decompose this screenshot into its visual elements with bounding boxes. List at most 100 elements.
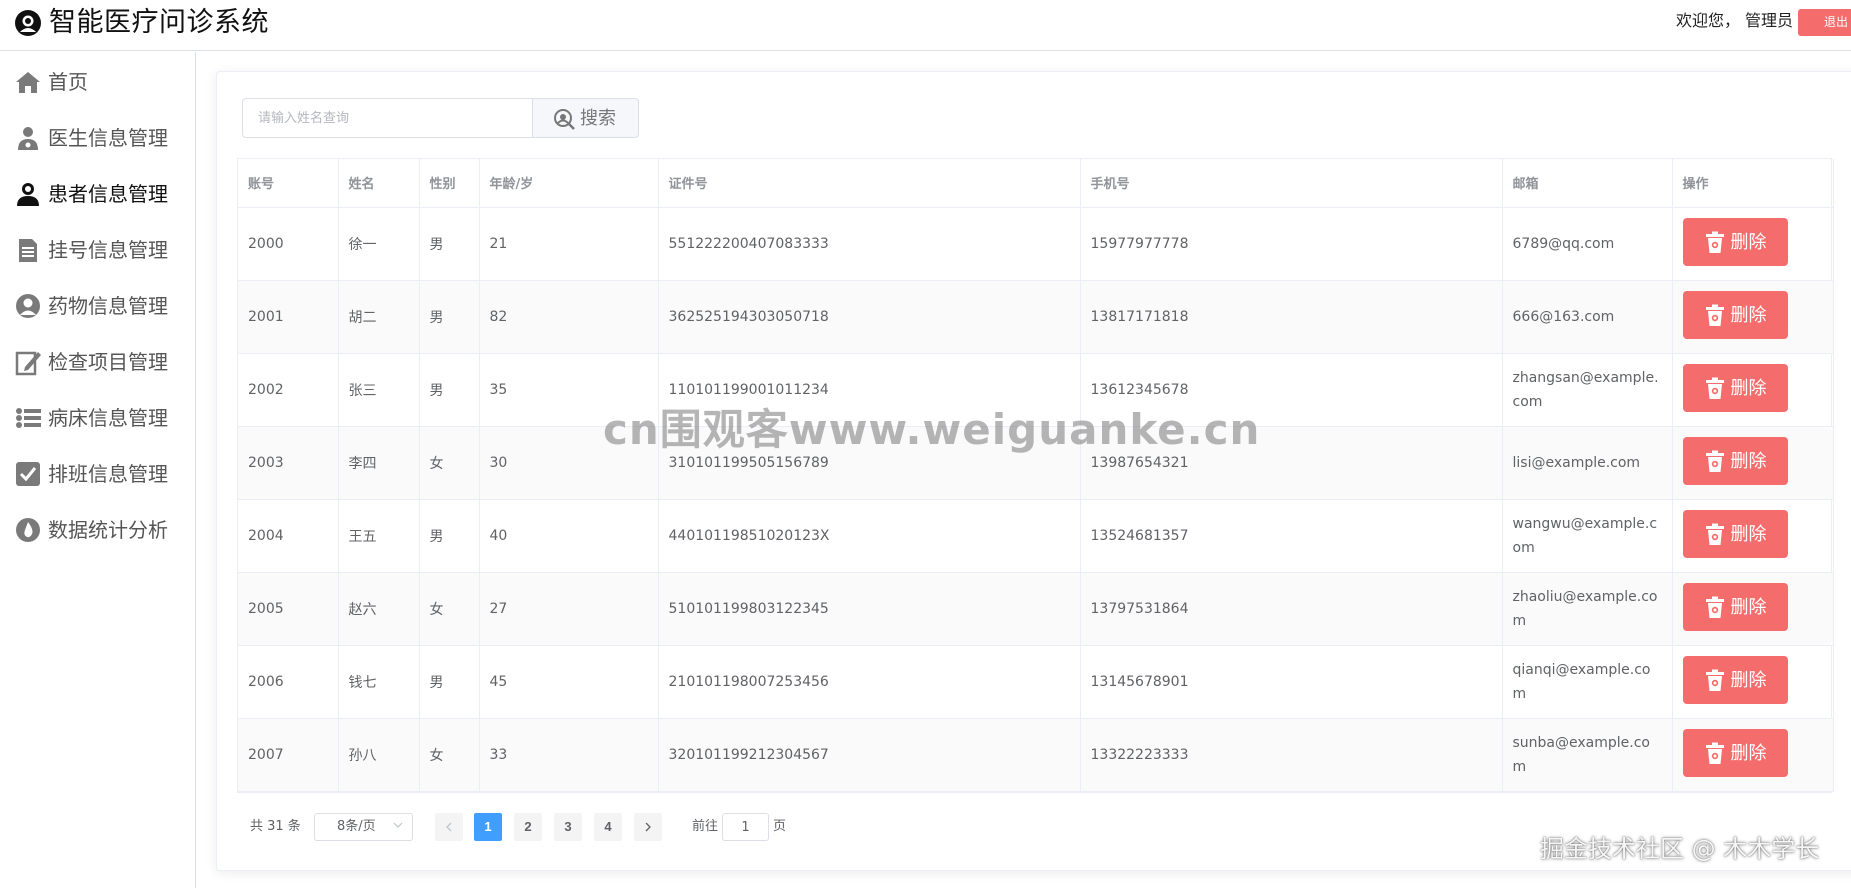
account-cell: 2003 [238, 426, 339, 500]
action-cell: 删除 [1672, 426, 1834, 500]
action-cell: 删除 [1672, 353, 1834, 427]
column-header: 手机号 [1080, 159, 1503, 208]
trash-icon [1705, 669, 1724, 691]
next-page-button[interactable] [634, 813, 662, 841]
column-header: 年龄/岁 [479, 159, 659, 208]
delete-label: 删除 [1730, 377, 1767, 398]
sidebar-item-doctors[interactable]: 医生信息管理 [0, 112, 195, 164]
edit-icon [15, 351, 41, 376]
chevron-down-icon [393, 822, 403, 828]
name-cell: 孙八 [338, 718, 420, 792]
search-input[interactable] [242, 98, 533, 138]
prev-page-button[interactable] [435, 813, 463, 841]
id-number-cell: 551222200407083333 [658, 207, 1081, 281]
patient-icon [17, 183, 39, 206]
action-cell: 删除 [1672, 572, 1834, 646]
id-number-cell: 510101199803122345 [658, 572, 1081, 646]
column-header: 姓名 [338, 159, 420, 208]
action-cell: 删除 [1672, 499, 1834, 573]
age-cell: 45 [479, 645, 659, 719]
delete-button[interactable]: 删除 [1682, 655, 1788, 704]
account-cell: 2002 [238, 353, 339, 427]
name-cell: 张三 [338, 353, 420, 427]
phone-cell: 13612345678 [1080, 353, 1503, 427]
sidebar-item-patients[interactable]: 患者信息管理 [0, 168, 195, 220]
delete-button[interactable]: 删除 [1682, 217, 1788, 266]
gender-cell: 女 [419, 718, 480, 792]
sidebar-item-medicine[interactable]: 药物信息管理 [0, 280, 195, 332]
delete-label: 删除 [1730, 231, 1767, 252]
sidebar-item-home[interactable]: 首页 [0, 56, 195, 108]
sidebar-item-beds[interactable]: 病床信息管理 [0, 392, 195, 444]
sidebar: 首页 医生信息管理 患者信息管理 挂号信息管理 药物信息管理 检查项目管理 病床… [0, 52, 196, 888]
page-button-3[interactable]: 3 [554, 813, 582, 841]
phone-cell: 13817171818 [1080, 280, 1503, 354]
age-cell: 40 [479, 499, 659, 573]
logout-button[interactable]: 退出 [1798, 9, 1851, 36]
page-button-1[interactable]: 1 [474, 813, 502, 841]
table-row: 2006 钱七男 45 210101198007253456 13145678901 qi… [238, 645, 1834, 719]
account-cell: 2005 [238, 572, 339, 646]
search-button[interactable]: 搜索 [532, 98, 639, 138]
id-number-cell: 44010119851020123X [658, 499, 1081, 573]
chevron-right-icon [645, 822, 651, 832]
delete-button[interactable]: 删除 [1682, 436, 1788, 485]
delete-label: 删除 [1730, 742, 1767, 763]
action-cell: 删除 [1672, 645, 1834, 719]
gender-cell: 男 [419, 499, 480, 573]
drop-icon [16, 518, 40, 542]
name-cell: 胡二 [338, 280, 420, 354]
action-cell: 删除 [1672, 207, 1834, 281]
gender-cell: 女 [419, 572, 480, 646]
app-title: 智能医疗问诊系统 [49, 7, 269, 38]
trash-icon [1705, 596, 1724, 618]
name-cell: 王五 [338, 499, 420, 573]
email-cell: sunba@example.com [1502, 718, 1673, 792]
action-cell: 删除 [1672, 718, 1834, 792]
action-cell: 删除 [1672, 280, 1834, 354]
delete-button[interactable]: 删除 [1682, 363, 1788, 412]
delete-button[interactable]: 删除 [1682, 509, 1788, 558]
gender-cell: 男 [419, 207, 480, 281]
delete-button[interactable]: 删除 [1682, 582, 1788, 631]
table-row: 2004 王五男 40 44010119851020123X 13524681357 wa… [238, 499, 1834, 573]
column-header: 操作 [1672, 159, 1834, 208]
phone-cell: 13987654321 [1080, 426, 1503, 500]
age-cell: 21 [479, 207, 659, 281]
sidebar-item-examinations[interactable]: 检查项目管理 [0, 336, 195, 388]
search-button-label: 搜索 [580, 108, 616, 129]
sidebar-item-registration[interactable]: 挂号信息管理 [0, 224, 195, 276]
sidebar-item-label: 药物信息管理 [48, 294, 168, 318]
page-button-4[interactable]: 4 [594, 813, 622, 841]
sidebar-item-label: 排班信息管理 [48, 462, 168, 486]
goto-page-input[interactable] [722, 813, 769, 841]
page-button-2[interactable]: 2 [514, 813, 542, 841]
user-circle-icon [15, 10, 41, 36]
account-cell: 2004 [238, 499, 339, 573]
delete-button[interactable]: 删除 [1682, 290, 1788, 339]
pill-icon [16, 294, 40, 318]
delete-label: 删除 [1730, 304, 1767, 325]
id-number-cell: 210101198007253456 [658, 645, 1081, 719]
trash-icon [1705, 523, 1724, 545]
name-cell: 徐一 [338, 207, 420, 281]
age-cell: 27 [479, 572, 659, 646]
trash-icon [1705, 742, 1724, 764]
delete-button[interactable]: 删除 [1682, 728, 1788, 777]
page-size-select[interactable]: 8条/页 [314, 813, 413, 841]
table-header-row: 账号 姓名 性别 年龄/岁 证件号 手机号 邮箱 操作 [238, 159, 1834, 208]
home-icon [16, 72, 40, 93]
checkbox-icon [16, 462, 40, 486]
doctor-icon [18, 127, 38, 150]
trash-icon [1705, 304, 1724, 326]
sidebar-item-label: 首页 [48, 70, 88, 94]
column-header: 邮箱 [1502, 159, 1673, 208]
sidebar-item-statistics[interactable]: 数据统计分析 [0, 504, 195, 556]
trash-icon [1705, 450, 1724, 472]
trash-icon [1705, 231, 1724, 253]
column-header: 性别 [419, 159, 480, 208]
delete-label: 删除 [1730, 669, 1767, 690]
sidebar-item-schedule[interactable]: 排班信息管理 [0, 448, 195, 500]
email-cell: wangwu@example.com [1502, 499, 1673, 573]
delete-label: 删除 [1730, 450, 1767, 471]
